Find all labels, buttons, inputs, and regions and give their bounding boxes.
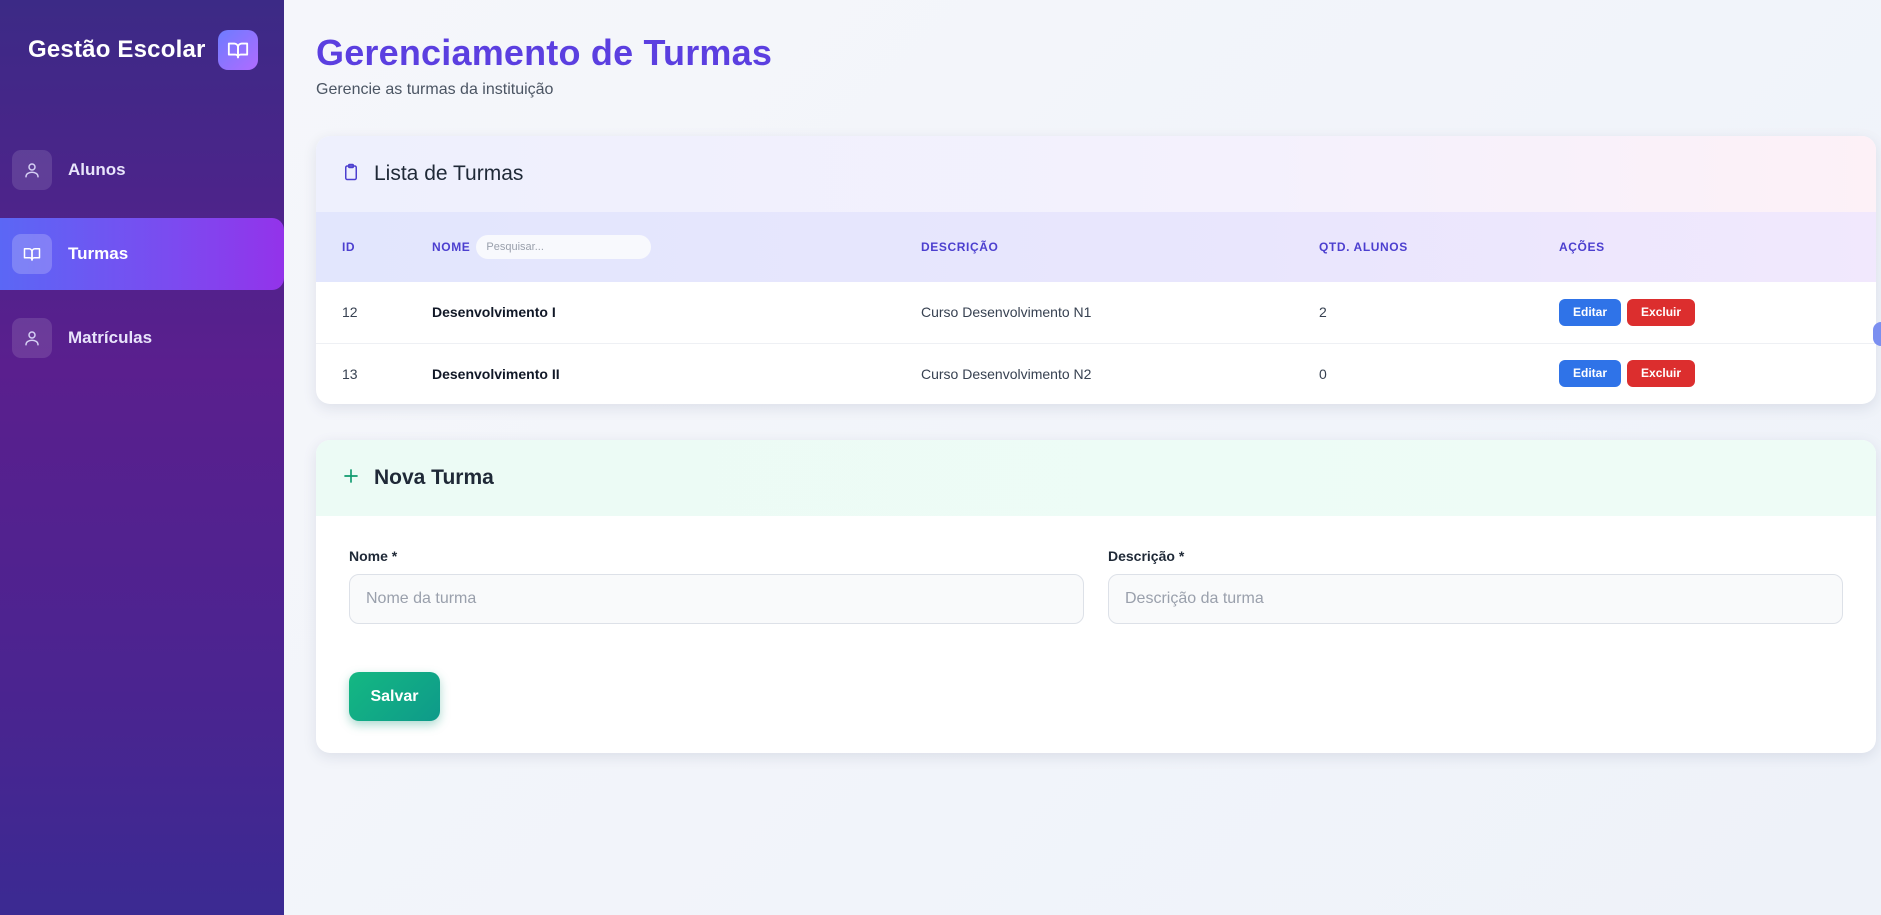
descricao-label: Descrição *	[1108, 548, 1185, 564]
clipboard-icon	[342, 162, 360, 187]
card-header: Nova Turma	[316, 440, 1876, 516]
open-book-icon	[217, 30, 258, 70]
cell-id: 12	[316, 282, 432, 344]
table-row: 12 Desenvolvimento I Curso Desenvolvimen…	[316, 282, 1876, 344]
column-header-acoes: AÇÕES	[1559, 240, 1605, 254]
cell-nome: Desenvolvimento II	[432, 365, 560, 382]
card-title: Lista de Turmas	[374, 162, 524, 185]
save-button[interactable]: Salvar	[349, 672, 440, 721]
turmas-table: ID NOME DESCRIÇÃO QTD. ALUNOS AÇÕES 12 D…	[316, 212, 1876, 404]
brand-title: Gestão Escolar	[28, 36, 206, 63]
column-header-nome-label: NOME	[432, 240, 471, 254]
brand: Gestão Escolar	[28, 30, 258, 70]
table-header-row: ID NOME DESCRIÇÃO QTD. ALUNOS AÇÕES	[316, 212, 1876, 282]
sidebar-item-label: Alunos	[68, 160, 126, 179]
descricao-field-group: Descrição *	[1108, 548, 1843, 624]
cell-acoes: Editar Excluir	[1559, 282, 1876, 344]
plus-icon	[342, 467, 360, 490]
cell-descricao: Curso Desenvolvimento N2	[921, 365, 1092, 382]
open-book-icon	[12, 234, 52, 274]
column-header-id: ID	[342, 240, 356, 254]
sidebar-item-matriculas[interactable]: Matrículas	[0, 302, 284, 374]
edit-button[interactable]: Editar	[1559, 360, 1622, 388]
column-header-qtd: QTD. ALUNOS	[1319, 240, 1408, 254]
cell-nome: Desenvolvimento I	[432, 282, 921, 344]
sidebar-item-turmas[interactable]: Turmas	[0, 218, 284, 290]
form-row: Nome * Descrição *	[349, 548, 1843, 624]
sidebar-item-label: Turmas	[68, 244, 129, 263]
delete-button[interactable]: Excluir	[1627, 360, 1696, 388]
nome-field-group: Nome *	[349, 548, 1084, 624]
search-input[interactable]	[476, 235, 652, 259]
cell-qtd: 0	[1319, 365, 1327, 382]
turmas-list-card: Lista de Turmas ID NOME DESCRIÇÃO QTD. A…	[316, 136, 1876, 404]
column-header-descricao: DESCRIÇÃO	[921, 240, 999, 254]
cell-qtd: 2	[1319, 282, 1559, 344]
person-icon	[12, 150, 52, 190]
column-header-nome: NOME	[432, 212, 921, 282]
delete-button[interactable]: Excluir	[1627, 298, 1696, 326]
cell-id: 13	[342, 365, 358, 382]
edit-button[interactable]: Editar	[1559, 298, 1622, 326]
descricao-input[interactable]	[1108, 574, 1843, 624]
cell-acoes: Editar Excluir	[1559, 343, 1876, 404]
sidebar-item-alunos[interactable]: Alunos	[0, 134, 284, 206]
table-row: 13 Desenvolvimento II Curso Desenvolvime…	[316, 343, 1876, 404]
card-title: Nova Turma	[374, 466, 494, 489]
nome-input[interactable]	[349, 574, 1084, 624]
card-header: Lista de Turmas	[316, 136, 1876, 212]
scroll-handle[interactable]	[1873, 322, 1881, 346]
page-title: Gerenciamento de Turmas	[316, 32, 773, 73]
nova-turma-card: Nova Turma Nome * Descrição * Salvar	[316, 440, 1876, 753]
sidebar: Gestão Escolar Alunos Turmas Matrículas	[0, 0, 284, 915]
nome-label: Nome *	[349, 548, 398, 564]
person-icon	[12, 318, 52, 358]
sidebar-nav: Alunos Turmas Matrículas	[0, 134, 284, 386]
page-subtitle: Gerencie as turmas da instituição	[316, 81, 554, 98]
sidebar-item-label: Matrículas	[68, 328, 153, 347]
cell-descricao: Curso Desenvolvimento N1	[921, 282, 1319, 344]
